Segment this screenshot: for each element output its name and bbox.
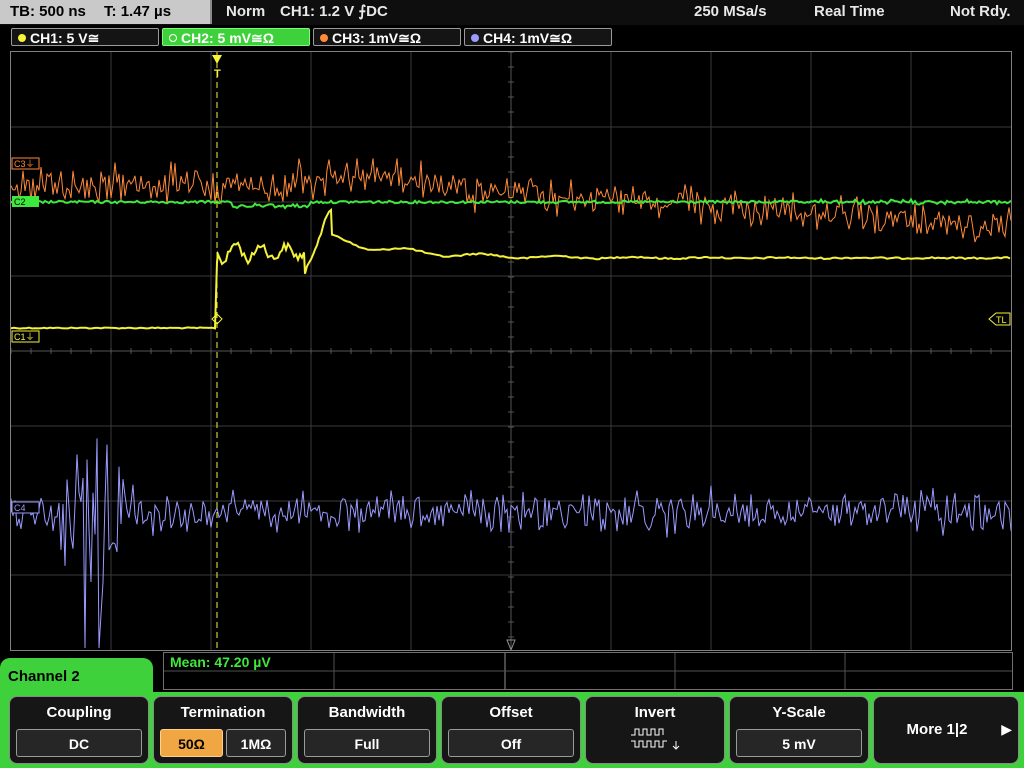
ch3-marker[interactable]: C3⏚ bbox=[14, 159, 35, 169]
invert-waveform-icon bbox=[631, 728, 680, 750]
bandwidth-softkey[interactable]: Bandwidth Full bbox=[297, 696, 437, 764]
y-scale-value[interactable]: 5 mV bbox=[736, 729, 862, 757]
offset-value[interactable]: Off bbox=[448, 729, 574, 757]
invert-label: Invert bbox=[634, 704, 676, 721]
menu-title: Channel 2 bbox=[8, 668, 80, 685]
tab-ch1-label: CH1: 5 V≅ bbox=[30, 30, 100, 46]
tab-ch3[interactable]: CH3: 1mV≅Ω bbox=[313, 28, 461, 46]
ch1-color-icon bbox=[18, 34, 26, 42]
mean-measurement: Mean: 47.20 µV bbox=[170, 654, 271, 670]
sample-rate: 250 MSa/s bbox=[694, 3, 767, 20]
invert-softkey[interactable]: Invert bbox=[585, 696, 725, 764]
trigger-level-label: TL bbox=[996, 315, 1007, 325]
coupling-label: Coupling bbox=[46, 704, 112, 721]
more-label: More 1|2 bbox=[906, 721, 968, 738]
more-softkey[interactable]: More 1|2 ▶ bbox=[873, 696, 1019, 764]
ch4-color-icon bbox=[471, 34, 479, 42]
ready-state: Not Rdy. bbox=[950, 3, 1011, 20]
trigger-time-readout: T: 1.47 µs bbox=[104, 3, 172, 20]
termination-label: Termination bbox=[180, 704, 266, 721]
trigger-position-marker-icon[interactable] bbox=[212, 55, 222, 64]
y-scale-label: Y-Scale bbox=[772, 704, 826, 721]
graticule bbox=[11, 52, 1011, 650]
bandwidth-label: Bandwidth bbox=[328, 704, 406, 721]
y-scale-softkey[interactable]: Y-Scale 5 mV bbox=[729, 696, 869, 764]
trigger-mode[interactable]: Norm bbox=[226, 0, 265, 24]
ch1-marker[interactable]: C1⏚ bbox=[14, 332, 35, 342]
ch3-color-icon bbox=[320, 34, 328, 42]
ch2-marker[interactable]: C2 bbox=[14, 197, 26, 207]
tab-ch2[interactable]: CH2: 5 mV≅Ω bbox=[162, 28, 310, 46]
tab-ch4-label: CH4: 1mV≅Ω bbox=[483, 30, 573, 46]
trigger-info[interactable]: CH1: 1.2 V ⨍DC bbox=[280, 0, 388, 24]
timebase-readout: TB: 500 ns bbox=[10, 3, 86, 20]
offset-label: Offset bbox=[489, 704, 533, 721]
tab-ch3-label: CH3: 1mV≅Ω bbox=[332, 30, 422, 46]
trigger-position-label: T bbox=[214, 68, 221, 80]
acquisition-mode: Real Time bbox=[814, 3, 885, 20]
termination-1mohm[interactable]: 1MΩ bbox=[226, 729, 286, 757]
tab-ch2-label: CH2: 5 mV≅Ω bbox=[181, 30, 274, 46]
timebase-box[interactable]: TB: 500 ns T: 1.47 µs bbox=[0, 0, 212, 24]
coupling-softkey[interactable]: Coupling DC bbox=[9, 696, 149, 764]
ch2-color-icon bbox=[169, 34, 177, 42]
termination-softkey[interactable]: Termination 50Ω 1MΩ bbox=[153, 696, 293, 764]
measurement-area: Mean: 47.20 µV bbox=[163, 652, 1013, 690]
waveform-display[interactable]: T C3⏚ C2 C1⏚ C4 TL bbox=[10, 51, 1012, 651]
coupling-value[interactable]: DC bbox=[16, 729, 142, 757]
next-page-icon: ▶ bbox=[1001, 721, 1012, 737]
offset-softkey[interactable]: Offset Off bbox=[441, 696, 581, 764]
tab-ch4[interactable]: CH4: 1mV≅Ω bbox=[464, 28, 612, 46]
termination-50ohm[interactable]: 50Ω bbox=[160, 729, 223, 757]
tab-ch1[interactable]: CH1: 5 V≅ bbox=[11, 28, 159, 46]
status-bar: TB: 500 ns T: 1.47 µs Norm CH1: 1.2 V ⨍D… bbox=[0, 0, 1024, 25]
bandwidth-value[interactable]: Full bbox=[304, 729, 430, 757]
ch4-marker[interactable]: C4 bbox=[14, 503, 26, 513]
